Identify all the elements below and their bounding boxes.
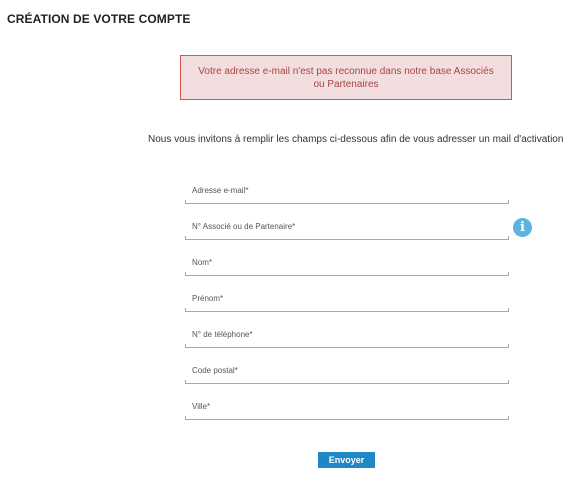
phone-field[interactable]: N° de téléphone* [185, 330, 509, 350]
first-name-field-underline [185, 308, 509, 312]
email-input[interactable] [185, 186, 509, 203]
email-field-underline [185, 200, 509, 204]
partner-number-field[interactable]: N° Associé ou de Partenaire* [185, 222, 509, 242]
last-name-field-underline [185, 272, 509, 276]
partner-number-input[interactable] [185, 222, 509, 239]
last-name-field[interactable]: Nom* [185, 258, 509, 278]
email-field[interactable]: Adresse e-mail* [185, 186, 509, 206]
first-name-field[interactable]: Prénom* [185, 294, 509, 314]
phone-input[interactable] [185, 330, 509, 347]
first-name-input[interactable] [185, 294, 509, 311]
postal-code-field[interactable]: Code postal* [185, 366, 509, 386]
postal-code-input[interactable] [185, 366, 509, 383]
city-field[interactable]: Ville* [185, 402, 509, 422]
intro-text: Nous vous invitons à remplir les champs … [148, 134, 564, 145]
page-title: CRÉATION DE VOTRE COMPTE [7, 12, 191, 26]
last-name-input[interactable] [185, 258, 509, 275]
partner-number-field-underline [185, 236, 509, 240]
info-icon[interactable]: i [513, 218, 532, 237]
submit-button[interactable]: Envoyer [318, 452, 375, 468]
postal-code-field-underline [185, 380, 509, 384]
error-alert: Votre adresse e-mail n'est pas reconnue … [180, 55, 512, 100]
error-alert-message: Votre adresse e-mail n'est pas reconnue … [198, 65, 494, 90]
city-input[interactable] [185, 402, 509, 419]
city-field-underline [185, 416, 509, 420]
phone-field-underline [185, 344, 509, 348]
